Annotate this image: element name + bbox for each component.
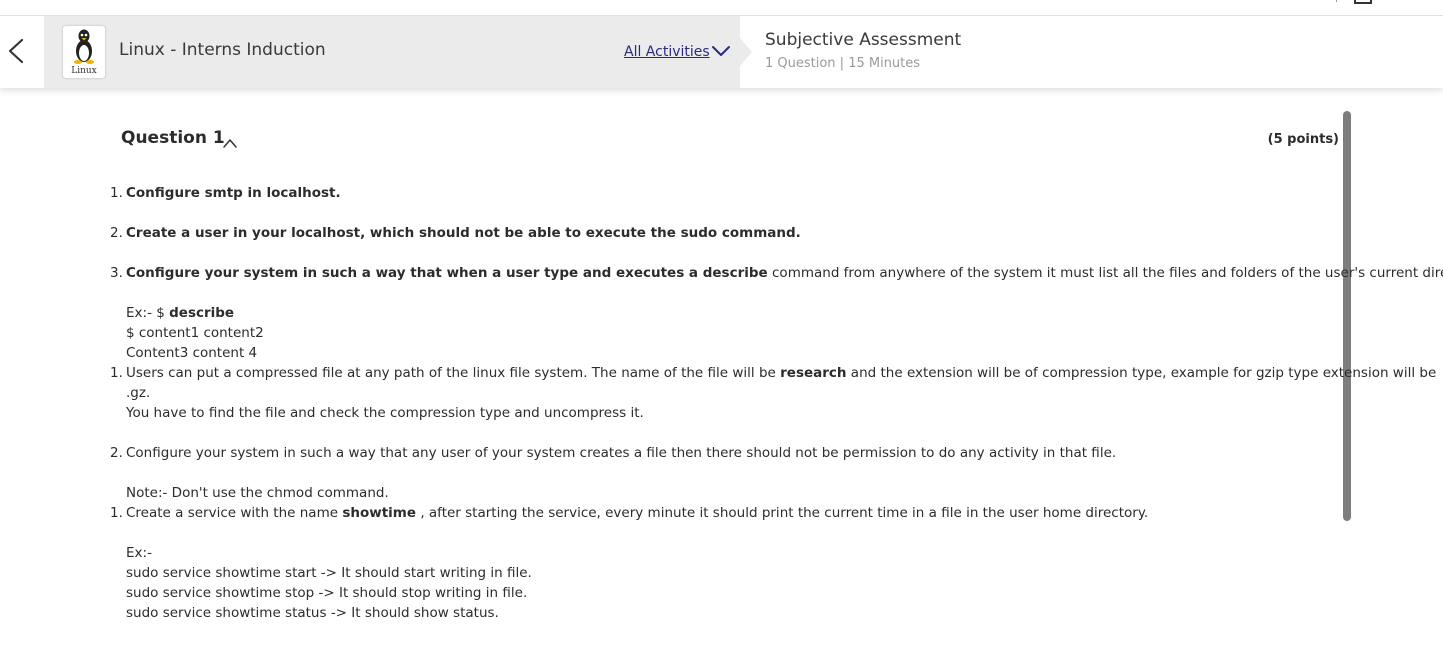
list-number: 1. <box>110 505 123 521</box>
text: Content3 content 4 <box>126 345 258 361</box>
assessment-title: Subjective Assessment <box>765 30 962 50</box>
question-line: Configure smtp in localhost. <box>126 183 341 203</box>
top-separator <box>1336 0 1337 2</box>
question-line: Create a user in your localhost, which s… <box>126 223 801 243</box>
text: $ content1 content2 <box>126 325 264 341</box>
text: Configure your system in such a way that… <box>126 445 1117 461</box>
list-number: 1. <box>110 185 123 201</box>
text: sudo service showtime status -> It shoul… <box>126 605 499 621</box>
all-activities-link[interactable]: All Activities <box>624 44 710 60</box>
bold-text: Create a user in your localhost, which s… <box>126 225 801 241</box>
text: command from anywhere of the system it m… <box>767 265 1443 281</box>
text: sudo service showtime stop -> It should … <box>126 585 528 601</box>
question-line: $ content1 content2 <box>126 323 264 343</box>
list-number: 3. <box>110 265 123 281</box>
question-line: Content3 content 4 <box>126 343 257 363</box>
text: Ex:- $ <box>126 305 170 321</box>
text: Create a service with the name <box>126 505 343 521</box>
course-header: Linux Linux - Interns Induction All Acti… <box>0 16 1443 88</box>
question-line: Configure your system in such a way that… <box>126 443 1116 463</box>
back-button[interactable] <box>4 36 28 66</box>
question-line: .gz. <box>126 383 150 403</box>
course-title: Linux - Interns Induction <box>119 40 326 60</box>
question-line: Create a service with the name showtime … <box>126 503 1148 523</box>
question-heading: Question 1 <box>121 128 225 148</box>
text: Users can put a compressed file at any p… <box>126 365 781 381</box>
question-line: sudo service showtime status -> It shoul… <box>126 603 499 623</box>
question-line: sudo service showtime stop -> It should … <box>126 583 527 603</box>
question-line: Note:- Don't use the chmod command. <box>126 483 389 503</box>
question-line: Users can put a compressed file at any p… <box>126 363 1436 383</box>
activities-dropdown-toggle[interactable] <box>710 43 732 59</box>
text: Note:- Don't use the chmod command. <box>126 485 389 501</box>
question-line: Ex:- <box>126 543 152 563</box>
breadcrumb-arrow <box>740 38 752 66</box>
question-points: (5 points) <box>1267 132 1339 147</box>
collapse-question-toggle[interactable] <box>222 134 238 148</box>
text: .gz. <box>126 385 151 401</box>
linux-tux-icon <box>74 29 94 64</box>
caret-up-icon <box>223 139 237 148</box>
text: Ex:- <box>126 545 152 561</box>
question-line: You have to find the file and check the … <box>126 403 644 423</box>
question-line: Configure your system in such a way that… <box>126 263 1443 283</box>
text: and the extension will be of compression… <box>846 365 1437 381</box>
course-panel: Linux Linux - Interns Induction All Acti… <box>44 16 740 88</box>
bold-text: research <box>780 365 847 381</box>
assessment-meta: 1 Question | 15 Minutes <box>765 56 921 71</box>
top-right-icon[interactable] <box>1354 0 1372 4</box>
question-line: sudo service showtime start -> It should… <box>126 563 532 583</box>
bold-text: Configure your system in such a way that… <box>126 265 768 281</box>
list-number: 2. <box>110 225 123 241</box>
question-line: Ex:- $ describe <box>126 303 234 323</box>
course-logo: Linux <box>63 26 105 78</box>
bold-text: Configure smtp in localhost. <box>126 185 341 201</box>
scrollbar-thumb[interactable] <box>1343 111 1351 521</box>
back-chevron-icon <box>8 38 24 64</box>
logo-text: Linux <box>71 66 97 76</box>
bold-text: describe <box>169 305 235 321</box>
chevron-down-icon <box>712 46 730 56</box>
list-number: 2. <box>110 445 123 461</box>
bold-text: showtime <box>342 505 417 521</box>
text: , after starting the service, every minu… <box>416 505 1149 521</box>
list-number: 1. <box>110 365 123 381</box>
text: You have to find the file and check the … <box>126 405 644 421</box>
text: sudo service showtime start -> It should… <box>126 565 532 581</box>
